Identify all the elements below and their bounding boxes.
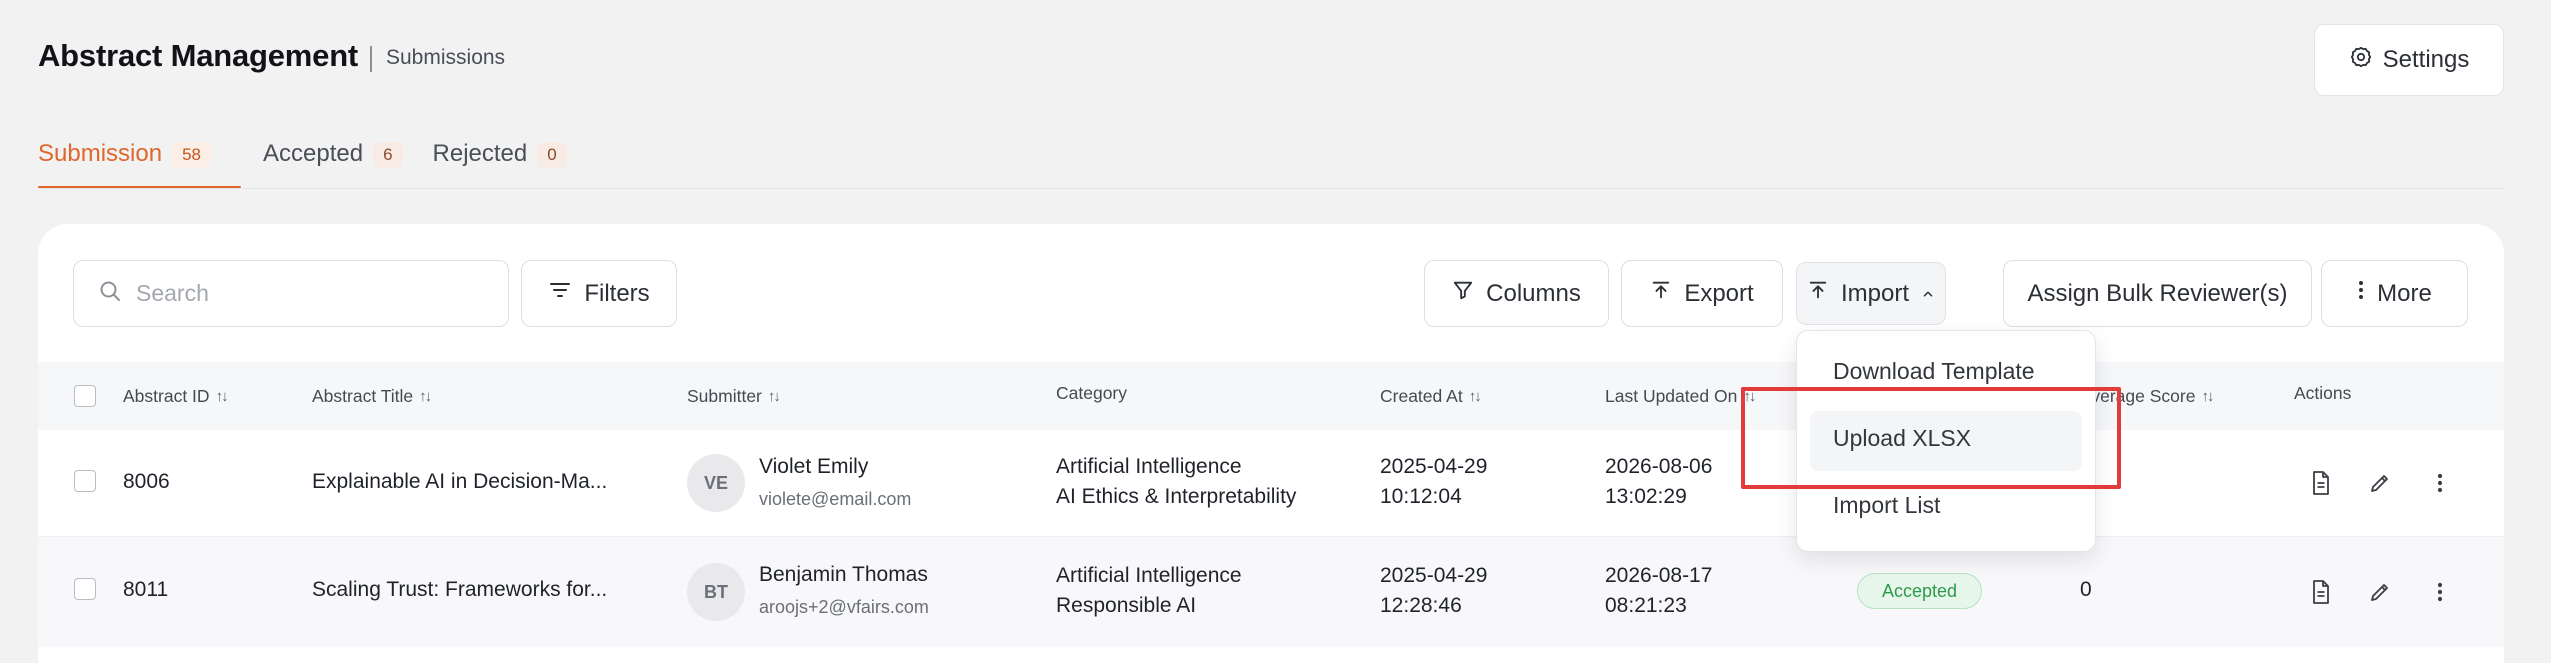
column-header-created-at[interactable]: Created At ↑↓ (1380, 386, 1482, 407)
status-tabs: Submission 58 Accepted 6 Rejected 0 (38, 140, 597, 190)
more-vertical-icon[interactable] (2425, 468, 2455, 498)
sort-icon: ↑↓ (767, 388, 781, 405)
column-header-submitter[interactable]: Submitter ↑↓ (687, 386, 781, 407)
updated-date: 2026-08-06 (1605, 455, 1713, 478)
edit-pencil-icon[interactable] (2365, 468, 2395, 498)
more-button[interactable]: More (2321, 260, 2468, 327)
count-badge: 0 (537, 142, 567, 168)
column-label: Submitter (687, 386, 762, 406)
tab-submission[interactable]: Submission 58 (38, 140, 241, 188)
tab-rejected[interactable]: Rejected 0 (433, 140, 597, 188)
column-label: Abstract ID (123, 386, 210, 406)
submitter-name: Violet Emily (759, 455, 869, 478)
more-label: More (2377, 279, 2432, 307)
upload-arrow-icon (1650, 279, 1672, 308)
settings-button[interactable]: Settings (2314, 24, 2504, 96)
category-primary: Artificial Intelligence (1056, 455, 1242, 478)
abstract-id: 8006 (123, 470, 170, 493)
more-vertical-icon (2357, 278, 2365, 309)
search-box[interactable] (73, 260, 509, 327)
updated-time: 13:02:29 (1605, 485, 1687, 508)
row-checkbox[interactable] (74, 578, 96, 600)
search-icon (98, 279, 122, 308)
created-date: 2025-04-29 (1380, 564, 1488, 587)
category-secondary: AI Ethics & Interpretability (1056, 485, 1297, 508)
export-button[interactable]: Export (1621, 260, 1783, 327)
page-title: Abstract Management (38, 38, 359, 73)
created-time: 12:28:46 (1380, 594, 1462, 617)
assign-bulk-reviewers-button[interactable]: Assign Bulk Reviewer(s) (2003, 260, 2312, 327)
column-label: Category (1056, 383, 1128, 403)
abstract-title-link[interactable]: Scaling Trust: Frameworks for... (312, 578, 607, 602)
annotation-highlight-box (1741, 387, 2121, 489)
filters-label: Filters (584, 279, 650, 307)
chevron-up-icon (1921, 280, 1935, 308)
page-subtitle: Submissions (386, 46, 506, 69)
menu-item-import-list[interactable]: Import List (1833, 492, 1940, 519)
tabs-divider (38, 188, 2504, 189)
row-checkbox[interactable] (74, 470, 96, 492)
menu-item-download-template[interactable]: Download Template (1833, 358, 2035, 385)
edit-pencil-icon[interactable] (2365, 577, 2395, 607)
submitter-name: Benjamin Thomas (759, 563, 928, 586)
tab-label: Accepted (262, 140, 364, 167)
created-time: 10:12:04 (1380, 485, 1462, 508)
column-label: Last Updated On (1605, 386, 1738, 406)
sort-icon: ↑↓ (1468, 388, 1482, 405)
assign-bulk-reviewers-label: Assign Bulk Reviewer(s) (2027, 279, 2288, 307)
import-button[interactable]: Import (1796, 262, 1946, 325)
filter-lines-icon (548, 278, 572, 309)
sort-icon: ↑↓ (215, 388, 229, 405)
column-label: Abstract Title (312, 386, 414, 406)
updated-time: 08:21:23 (1605, 594, 1687, 617)
title-separator (370, 46, 372, 72)
abstract-title-link[interactable]: Explainable AI in Decision-Ma... (312, 470, 607, 494)
column-header-abstract-title[interactable]: Abstract Title ↑↓ (312, 386, 432, 407)
upload-arrow-icon (1807, 279, 1829, 308)
filters-button[interactable]: Filters (521, 260, 677, 327)
columns-button[interactable]: Columns (1424, 260, 1609, 327)
funnel-icon (1452, 279, 1474, 308)
category-secondary: Responsible AI (1056, 594, 1197, 617)
column-header-actions: Actions (2294, 383, 2351, 404)
column-header-abstract-id[interactable]: Abstract ID ↑↓ (123, 386, 229, 407)
export-label: Export (1684, 279, 1754, 307)
column-header-category: Category (1056, 383, 1127, 404)
select-all-checkbox[interactable] (74, 385, 96, 407)
sort-icon: ↑↓ (2201, 388, 2214, 405)
column-label: Actions (2294, 383, 2352, 403)
columns-label: Columns (1486, 279, 1581, 307)
category-primary: Artificial Intelligence (1056, 564, 1242, 587)
count-badge: 58 (172, 142, 211, 168)
search-input[interactable] (136, 280, 476, 307)
avatar: BT (687, 563, 745, 621)
view-document-icon[interactable] (2306, 577, 2336, 607)
view-document-icon[interactable] (2306, 468, 2336, 498)
submitter-email: violete@email.com (759, 489, 912, 509)
gear-icon (2349, 45, 2373, 76)
settings-label: Settings (2382, 46, 2470, 73)
updated-date: 2026-08-17 (1605, 564, 1713, 587)
tab-accepted[interactable]: Accepted 6 (263, 140, 433, 188)
tab-label: Submission (38, 140, 163, 167)
column-header-last-updated-on[interactable]: Last Updated On ↑↓ (1605, 386, 1756, 407)
column-label: Created At (1380, 386, 1463, 406)
average-score: 0 (2080, 578, 2092, 601)
count-badge: 6 (373, 142, 403, 168)
more-vertical-icon[interactable] (2425, 577, 2455, 607)
tab-label: Rejected (432, 140, 528, 167)
import-label: Import (1840, 279, 1909, 307)
submitter-email: aroojs+2@vfairs.com (759, 597, 929, 617)
abstract-id: 8011 (123, 578, 169, 601)
avatar: VE (687, 454, 745, 512)
status-badge: Accepted (1857, 573, 1983, 609)
created-date: 2025-04-29 (1380, 455, 1488, 478)
sort-icon: ↑↓ (419, 388, 432, 405)
